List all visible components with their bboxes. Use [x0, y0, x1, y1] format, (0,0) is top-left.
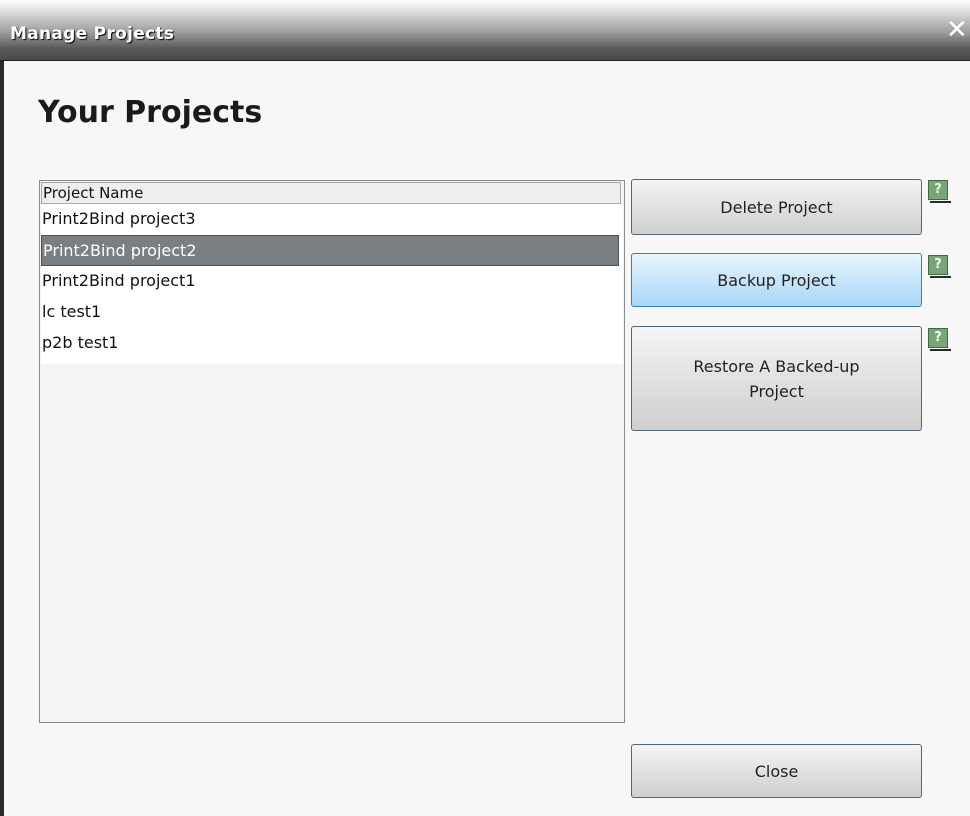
title-bar[interactable]: Manage Projects ✕ — [0, 0, 970, 61]
restore-help-icon[interactable]: ? — [928, 328, 951, 351]
list-item[interactable]: p2b test1 — [41, 328, 623, 359]
delete-help-icon[interactable]: ? — [928, 180, 951, 203]
list-item[interactable]: lc test1 — [41, 297, 623, 328]
window-title: Manage Projects — [10, 24, 175, 44]
backup-project-label: Backup Project — [717, 270, 836, 290]
page-title: Your Projects — [38, 95, 263, 130]
delete-project-label: Delete Project — [720, 197, 833, 217]
list-item[interactable]: Print2Bind project3 — [41, 204, 623, 235]
manage-projects-window: Manage Projects ✕ Your Projects Project … — [0, 0, 970, 816]
list-item[interactable]: Print2Bind project1 — [41, 266, 623, 297]
close-icon[interactable]: ✕ — [946, 17, 968, 43]
column-header-project-name[interactable]: Project Name — [41, 182, 621, 204]
close-button[interactable]: Close — [631, 744, 922, 798]
project-rows: Print2Bind project3 Print2Bind project2 … — [41, 204, 623, 364]
project-list[interactable]: Project Name Print2Bind project3 Print2B… — [39, 180, 625, 723]
backup-help-icon[interactable]: ? — [928, 255, 951, 278]
restore-project-label: Restore A Backed-up Project — [693, 356, 860, 401]
restore-project-button[interactable]: Restore A Backed-up Project — [631, 326, 922, 431]
delete-project-button[interactable]: Delete Project — [631, 179, 922, 235]
backup-project-button[interactable]: Backup Project — [631, 253, 922, 307]
close-button-label: Close — [754, 761, 799, 781]
list-item-selected[interactable]: Print2Bind project2 — [41, 235, 619, 266]
